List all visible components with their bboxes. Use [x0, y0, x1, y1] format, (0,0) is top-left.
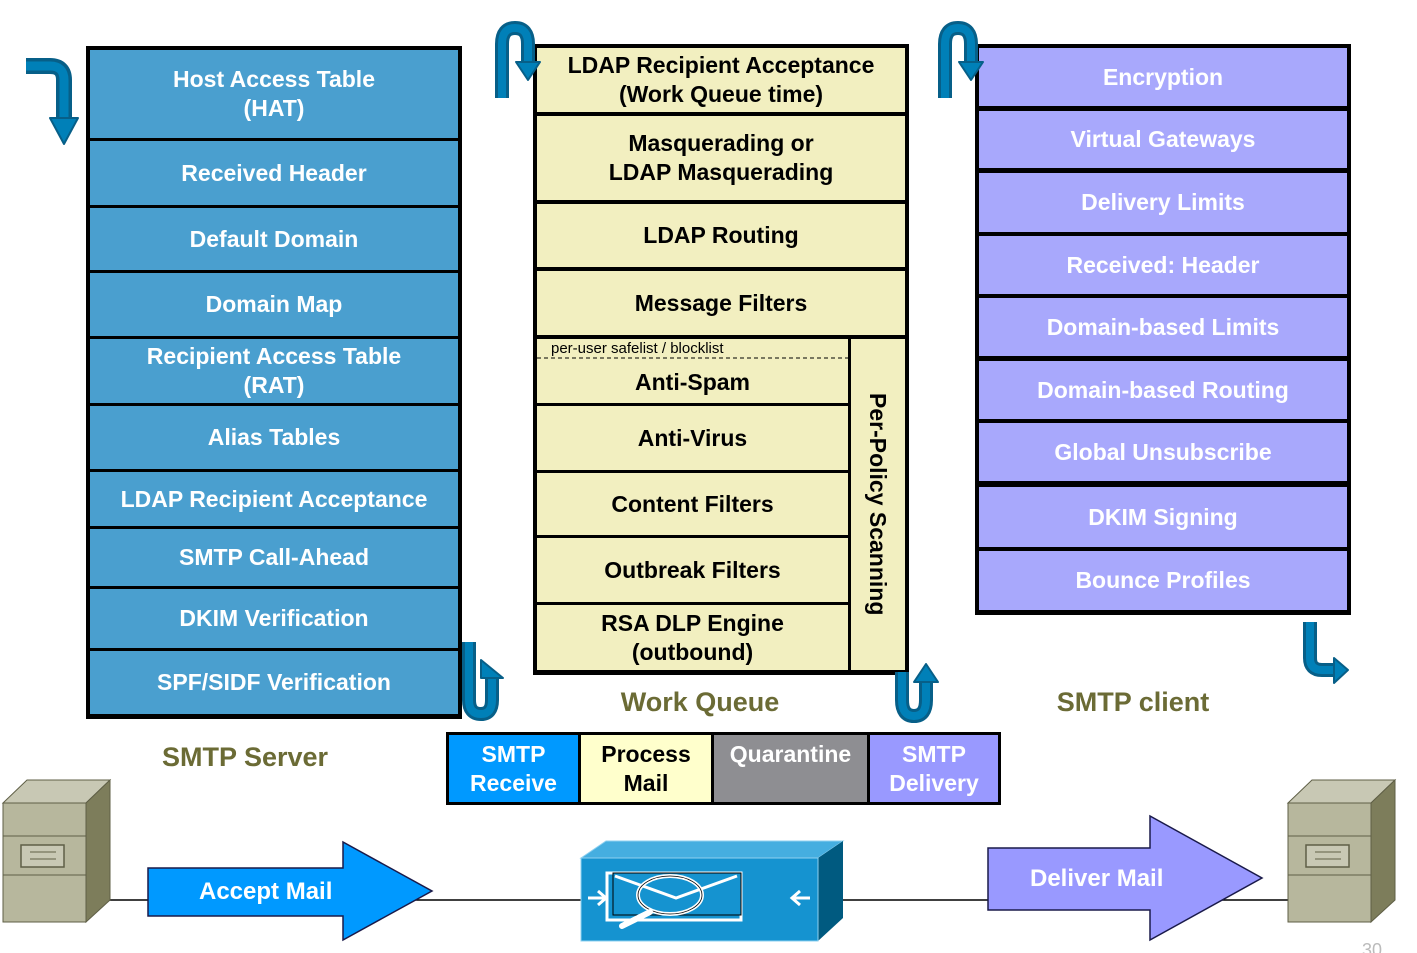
curved-arrow-right-icon [1303, 622, 1349, 684]
email-security-appliance-icon [579, 840, 845, 942]
page-number: 30 [1362, 940, 1383, 953]
deliver-mail-label: Deliver Mail [1030, 865, 1164, 892]
u-turn-arrow-up-icon [895, 663, 939, 723]
flow-graphics [1, 21, 1397, 942]
curved-arrow-down-icon [26, 58, 79, 145]
email-pipeline-diagram: Per-Policy Scanning Host Access Table (H… [0, 0, 1417, 953]
accept-mail-label: Accept Mail [199, 878, 333, 905]
u-turn-arrow-up-icon [462, 642, 504, 721]
u-turn-arrow-down-icon [495, 21, 541, 98]
receiving-server-icon [1286, 778, 1397, 924]
u-turn-arrow-down-icon [938, 21, 984, 98]
sending-server-icon [1, 778, 112, 924]
